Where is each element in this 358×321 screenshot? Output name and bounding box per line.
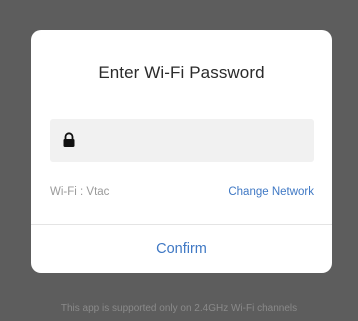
wifi-password-dialog: Enter Wi-Fi Password Wi-Fi : Vtac Change… [31, 30, 332, 273]
lock-icon [63, 132, 75, 147]
password-field[interactable] [50, 119, 314, 162]
dialog-title: Enter Wi-Fi Password [98, 63, 265, 82]
confirm-button[interactable]: Confirm [31, 225, 332, 273]
wifi-info-row: Wi-Fi : Vtac Change Network [50, 184, 314, 202]
change-network-link[interactable]: Change Network [228, 186, 314, 198]
password-input[interactable] [86, 119, 306, 162]
wifi-network-name: Wi-Fi : Vtac [50, 186, 110, 198]
footer-note: This app is supported only on 2.4GHz Wi-… [60, 303, 298, 314]
